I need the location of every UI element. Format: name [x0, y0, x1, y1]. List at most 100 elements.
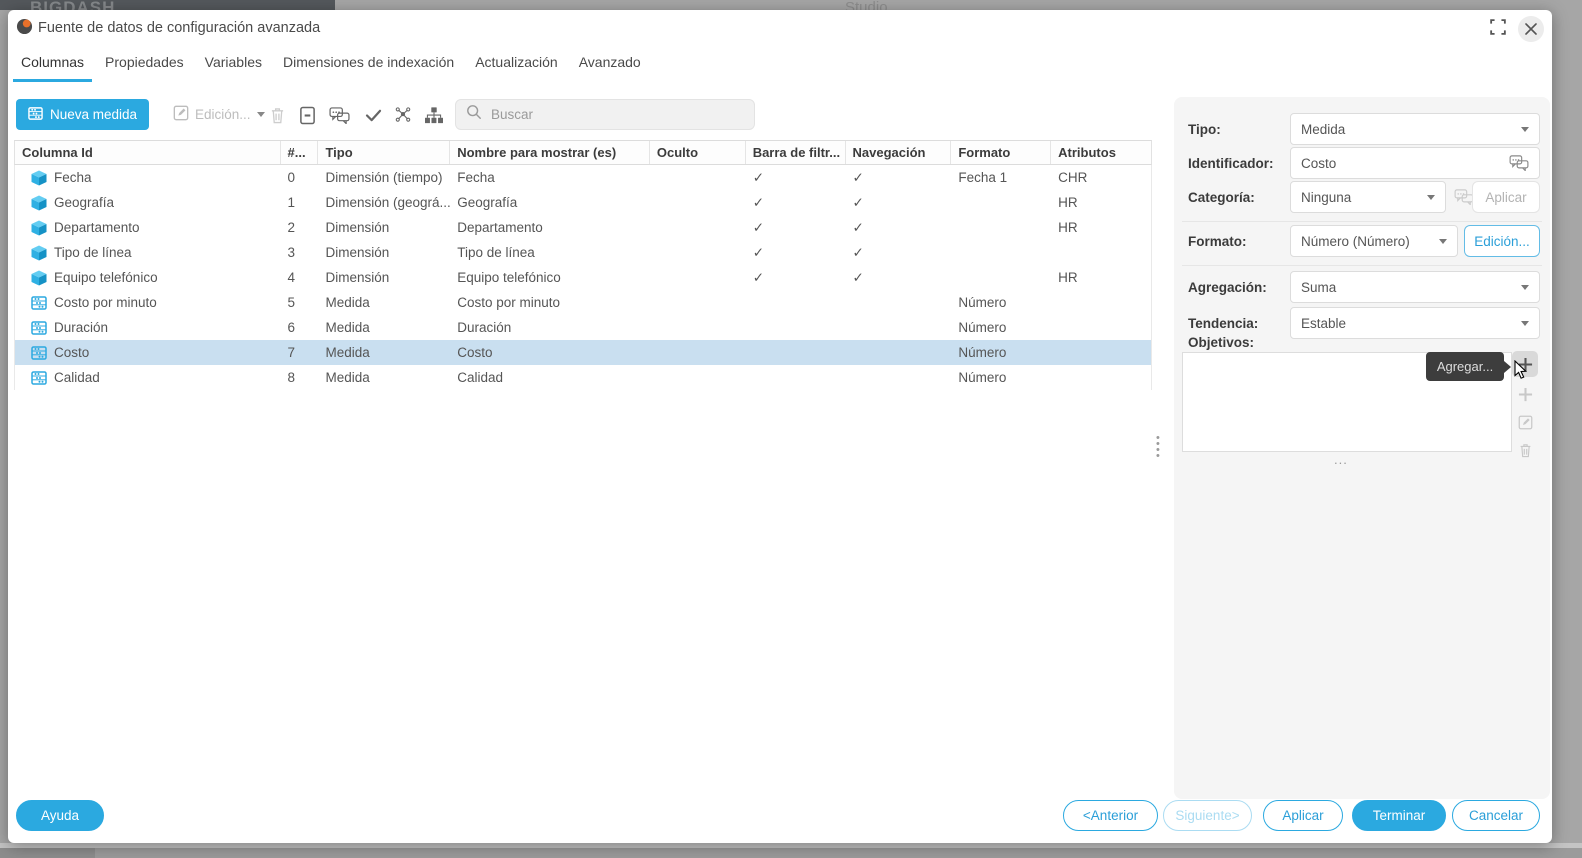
translate-icon[interactable]: [1509, 155, 1529, 171]
card-minus-icon[interactable]: [296, 104, 318, 126]
table-row[interactable]: Fecha 0 Dimensión (tiempo) Fecha ✓ ✓ Fec…: [15, 165, 1151, 190]
delete-objective-icon-disabled[interactable]: [1512, 437, 1538, 463]
table-row[interactable]: Duración 6 Medida Duración Número: [15, 315, 1151, 340]
objetivos-label: Objetivos:: [1188, 335, 1254, 350]
translate-icon[interactable]: [328, 104, 350, 126]
formato-edit-button[interactable]: Edición...: [1464, 225, 1540, 257]
header-barra-filtro[interactable]: Barra de filtr...: [746, 141, 846, 164]
tab-variables[interactable]: Variables: [205, 50, 262, 80]
measure-icon: [31, 370, 47, 386]
table-header-row: Columna Id #... Tipo Nombre para mostrar…: [14, 140, 1152, 165]
objetivos-resize-handle[interactable]: ...: [1334, 452, 1348, 467]
cancel-button[interactable]: Cancelar: [1452, 800, 1540, 831]
formato-select[interactable]: Número (Número): [1290, 225, 1458, 257]
tipo-label: Tipo:: [1188, 122, 1221, 137]
tendencia-value: Estable: [1301, 316, 1346, 331]
agregacion-value: Suma: [1301, 280, 1336, 295]
table-row[interactable]: Equipo telefónico 4 Dimensión Equipo tel…: [15, 265, 1151, 290]
chevron-down-icon: [1521, 321, 1529, 326]
dimension-icon: [31, 220, 47, 236]
columns-toolbar: Nueva medida Edición...: [8, 97, 1160, 133]
add-objective-icon[interactable]: [1512, 351, 1538, 377]
tendencia-label: Tendencia:: [1188, 316, 1258, 331]
add-objective-tooltip: Agregar...: [1426, 352, 1504, 381]
tab-actualizacion[interactable]: Actualización: [475, 50, 558, 80]
agregacion-label: Agregación:: [1188, 280, 1267, 295]
tab-columnas[interactable]: Columnas: [21, 50, 84, 80]
tooltip-text: Agregar...: [1437, 359, 1493, 374]
app-title-text: Studio: [845, 0, 888, 10]
edit-dropdown-caret-icon[interactable]: [257, 112, 265, 117]
search-box: [455, 99, 755, 130]
categoria-select[interactable]: Ninguna: [1290, 181, 1446, 213]
measure-icon: [31, 295, 47, 311]
help-button[interactable]: Ayuda: [16, 800, 104, 831]
edit-label: Edición...: [195, 107, 251, 122]
brand-logo-area: BIGDASH: [0, 0, 335, 10]
brand-text: BIGDASH: [30, 0, 115, 10]
finish-button[interactable]: Terminar: [1352, 800, 1446, 831]
advanced-datasource-dialog: Fuente de datos de configuración avanzad…: [8, 10, 1552, 843]
panel-splitter-handle[interactable]: ••••: [1156, 435, 1162, 459]
divider: [1182, 221, 1542, 222]
chevron-down-icon: [1427, 195, 1435, 200]
header-num[interactable]: #...: [281, 141, 319, 164]
table-row[interactable]: Costo por minuto 5 Medida Costo por minu…: [15, 290, 1151, 315]
formato-value: Número (Número): [1301, 234, 1410, 249]
agregacion-select[interactable]: Suma: [1290, 271, 1540, 303]
measure-icon: [31, 320, 47, 336]
search-input[interactable]: [491, 107, 731, 122]
validate-check-icon[interactable]: [362, 104, 384, 126]
tendencia-select[interactable]: Estable: [1290, 307, 1540, 339]
identificador-input[interactable]: Costo: [1290, 147, 1540, 179]
header-nombre[interactable]: Nombre para mostrar (es): [450, 141, 650, 164]
add-objective-secondary-icon-disabled[interactable]: [1512, 381, 1538, 407]
table-body: Fecha 0 Dimensión (tiempo) Fecha ✓ ✓ Fec…: [14, 165, 1152, 390]
new-measure-button[interactable]: Nueva medida: [16, 99, 149, 130]
identificador-label: Identificador:: [1188, 156, 1274, 171]
header-formato[interactable]: Formato: [951, 141, 1051, 164]
table-row[interactable]: Calidad 8 Medida Calidad Número: [15, 365, 1151, 390]
background-top-bar: BIGDASH Studio: [0, 0, 1582, 10]
join-molecule-icon[interactable]: [392, 104, 414, 126]
translate-icon-disabled[interactable]: [1454, 189, 1474, 205]
fullscreen-icon[interactable]: [1490, 19, 1510, 39]
categoria-apply-button-disabled[interactable]: Aplicar: [1472, 181, 1540, 213]
dialog-tabs: Columnas Propiedades Variables Dimension…: [21, 50, 641, 80]
delete-icon[interactable]: [266, 104, 288, 126]
dimension-icon: [31, 245, 47, 261]
background-bottom-left-block: [0, 848, 95, 858]
formato-label: Formato:: [1188, 234, 1247, 249]
apply-button[interactable]: Aplicar: [1263, 800, 1343, 831]
divider: [1182, 265, 1542, 266]
measure-properties-panel: Tipo: Medida Identificador: Costo Catego…: [1174, 97, 1550, 799]
categoria-label: Categoría:: [1188, 190, 1255, 205]
table-row[interactable]: Geografía 1 Dimensión (geográ... Geograf…: [15, 190, 1151, 215]
chevron-down-icon: [1521, 285, 1529, 290]
next-button-disabled[interactable]: Siguiente>: [1163, 800, 1252, 831]
dialog-titlebar: Fuente de datos de configuración avanzad…: [8, 10, 1552, 50]
table-row[interactable]: Tipo de línea 3 Dimensión Tipo de línea …: [15, 240, 1151, 265]
tab-propiedades[interactable]: Propiedades: [105, 50, 184, 80]
measure-icon: [31, 345, 47, 361]
tab-dimensiones-indexacion[interactable]: Dimensiones de indexación: [283, 50, 454, 80]
header-tipo[interactable]: Tipo: [318, 141, 450, 164]
edit-icon: [173, 105, 189, 124]
header-oculto[interactable]: Oculto: [650, 141, 746, 164]
tipo-select[interactable]: Medida: [1290, 113, 1540, 145]
table-row[interactable]: Departamento 2 Dimensión Departamento ✓ …: [15, 215, 1151, 240]
hierarchy-icon[interactable]: [423, 104, 445, 126]
chevron-down-icon: [1439, 239, 1447, 244]
previous-button[interactable]: <Anterior: [1063, 800, 1158, 831]
tipo-value: Medida: [1301, 122, 1345, 137]
close-icon[interactable]: [1518, 16, 1544, 42]
edit-objective-icon-disabled[interactable]: [1512, 409, 1538, 435]
tab-avanzado[interactable]: Avanzado: [579, 50, 641, 80]
header-atributos[interactable]: Atributos: [1051, 141, 1151, 164]
table-row[interactable]: Costo 7 Medida Costo Número: [15, 340, 1151, 365]
edit-button-disabled[interactable]: Edición...: [173, 99, 265, 130]
header-navegacion[interactable]: Navegación: [846, 141, 952, 164]
dimension-icon: [31, 170, 47, 186]
new-measure-label: Nueva medida: [50, 107, 137, 122]
header-columna-id[interactable]: Columna Id: [15, 141, 281, 164]
